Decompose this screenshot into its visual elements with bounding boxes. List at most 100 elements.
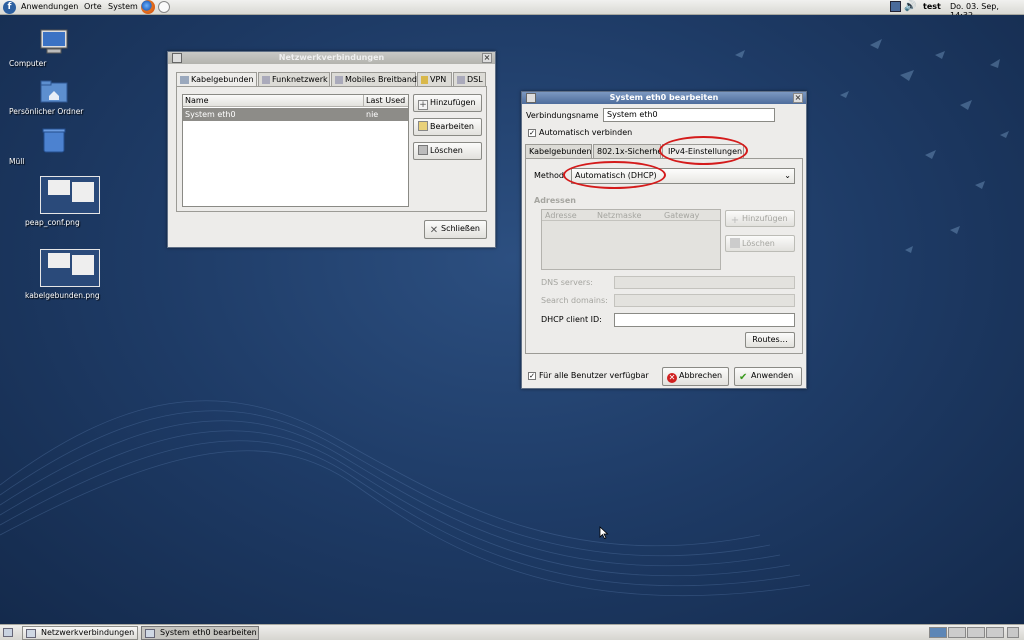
tab-panel: Name Last Used System eth0 nie + Hinzufüg… — [176, 86, 487, 212]
cancel-icon: ✕ — [667, 373, 677, 383]
trash-applet-icon[interactable] — [1007, 627, 1019, 638]
network-connections-window: Netzwerkverbindungen × Kabelgebunden Fun… — [167, 51, 496, 248]
column-last-used[interactable]: Last Used — [366, 96, 405, 105]
close-icon[interactable]: × — [793, 93, 803, 103]
tab-funknetzwerk[interactable]: Funknetzwerk — [258, 72, 330, 86]
close-button[interactable]: ✕ Schließen — [424, 220, 487, 239]
all-users-checkbox[interactable]: ✓ — [528, 372, 536, 380]
close-x-icon: ✕ — [429, 225, 439, 236]
desktop-icon-label: peap_conf.png — [25, 218, 80, 227]
firefox-launcher-icon[interactable] — [141, 0, 155, 14]
task-label: System eth0 bearbeiten — [160, 628, 257, 637]
table-row[interactable]: System eth0 nie — [183, 108, 408, 121]
menu-applications[interactable]: Anwendungen — [21, 2, 78, 11]
chevron-down-icon: ⌄ — [784, 171, 791, 180]
task-network-connections[interactable]: Netzwerkverbindungen — [22, 626, 138, 640]
dns-servers-label: DNS servers: — [541, 278, 593, 287]
wired-icon — [180, 76, 189, 84]
search-domains-field[interactable] — [614, 294, 795, 307]
lock-icon — [421, 76, 428, 84]
plus-icon: + — [730, 215, 740, 226]
task-edit-connection[interactable]: System eth0 bearbeiten — [141, 626, 259, 640]
tab-label: Kabelgebunden — [191, 75, 254, 84]
window-titlebar[interactable]: Netzwerkverbindungen × — [168, 52, 495, 64]
addresses-heading: Adressen — [534, 196, 576, 205]
tab-kabelgebunden[interactable]: Kabelgebunden — [525, 144, 592, 158]
network-tray-icon[interactable] — [890, 1, 901, 12]
button-label: Hinzufügen — [742, 214, 788, 223]
button-label: Schließen — [441, 224, 480, 233]
delete-connection-button[interactable]: Löschen — [413, 142, 482, 160]
button-label: Bearbeiten — [430, 122, 474, 131]
cancel-button[interactable]: ✕ Abbrechen — [662, 367, 729, 386]
ipv4-panel: Method Automatisch (DHCP) ⌄ Adressen Adr… — [525, 158, 803, 354]
addresses-header: Adresse Netzmaske Gateway — [542, 210, 720, 221]
dns-servers-field[interactable] — [614, 276, 795, 289]
row-name: System eth0 — [185, 110, 236, 119]
address-add-button[interactable]: + Hinzufügen — [725, 210, 795, 227]
desktop-icon-trash[interactable]: Müll — [9, 127, 99, 166]
delete-icon — [730, 238, 740, 248]
button-label: Löschen — [430, 146, 463, 155]
workspace-4[interactable] — [986, 627, 1004, 638]
tab-vpn[interactable]: VPN — [417, 72, 452, 86]
mail-launcher-icon[interactable] — [158, 1, 170, 13]
window-title: Netzwerkverbindungen — [278, 53, 385, 62]
task-label: Netzwerkverbindungen — [41, 628, 135, 637]
auto-connect-checkbox[interactable]: ✓ — [528, 129, 536, 137]
connection-type-tabs: Kabelgebunden Funknetzwerk Mobiles Breit… — [176, 72, 487, 87]
desktop-icon-label: Persönlicher Ordner — [9, 107, 84, 116]
address-delete-button[interactable]: Löschen — [725, 235, 795, 252]
highlight-ipv4-tab — [659, 136, 748, 165]
tab-8021x-security[interactable]: 802.1x-Sicherheit — [593, 144, 661, 158]
window-titlebar[interactable]: System eth0 bearbeiten × — [522, 92, 806, 104]
tab-mobiles-breitband[interactable]: Mobiles Breitband — [331, 72, 417, 86]
window-icon — [26, 629, 36, 638]
edit-connection-button[interactable]: Bearbeiten — [413, 118, 482, 136]
search-domains-label: Search domains: — [541, 296, 608, 305]
volume-tray-icon[interactable]: 🔊 — [904, 1, 916, 13]
column-name[interactable]: Name — [185, 96, 209, 105]
tab-label: DSL — [467, 75, 483, 84]
desktop-icon-label: Computer — [9, 59, 47, 68]
desktop-icon-kabelgebunden[interactable]: kabelgebunden.png — [25, 249, 115, 300]
menu-places[interactable]: Orte — [84, 2, 102, 11]
apply-button[interactable]: ✔ Anwenden — [734, 367, 802, 386]
workspace-1[interactable] — [929, 627, 947, 638]
add-connection-button[interactable]: + Hinzufügen — [413, 94, 482, 112]
tab-label: Funknetzwerk — [272, 75, 328, 84]
show-desktop-icon[interactable] — [3, 628, 13, 637]
highlight-method-select — [563, 161, 666, 189]
checkmark-icon: ✔ — [739, 372, 748, 383]
mouse-pointer-icon — [599, 526, 609, 540]
fedora-logo-icon[interactable]: f — [3, 1, 16, 14]
tab-label: VPN — [430, 75, 447, 84]
wallpaper-decoration — [0, 39, 1009, 597]
desktop-icon-peap-conf[interactable]: peap_conf.png — [25, 176, 115, 227]
button-label: Löschen — [742, 239, 775, 248]
workspace-3[interactable] — [967, 627, 985, 638]
workspace-2[interactable] — [948, 627, 966, 638]
desktop-icon-computer[interactable]: Computer — [9, 29, 99, 68]
dhcp-client-id-field[interactable] — [614, 313, 795, 327]
delete-icon — [418, 145, 428, 155]
menu-system[interactable]: System — [108, 2, 138, 11]
image-file-thumbnail-icon — [40, 249, 100, 287]
home-folder-icon — [40, 80, 68, 103]
window-menu-icon[interactable] — [172, 53, 182, 63]
plus-icon: + — [418, 100, 428, 110]
window-icon — [145, 629, 155, 638]
tab-kabelgebunden[interactable]: Kabelgebunden — [176, 72, 257, 87]
button-label: Anwenden — [751, 371, 794, 380]
column-netmask: Netzmaske — [597, 211, 642, 220]
window-menu-icon[interactable] — [526, 93, 536, 103]
user-name[interactable]: test — [923, 2, 941, 11]
tab-dsl[interactable]: DSL — [453, 72, 486, 86]
connection-name-field[interactable]: System eth0 — [603, 108, 775, 122]
row-last-used: nie — [366, 110, 379, 119]
routes-button[interactable]: Routes… — [745, 332, 795, 348]
close-icon[interactable]: × — [482, 53, 492, 63]
button-label: Hinzufügen — [430, 98, 476, 107]
desktop-icon-home[interactable]: Persönlicher Ordner — [9, 79, 99, 116]
top-panel: f Anwendungen Orte System 🔊 test Do. 03.… — [0, 0, 1024, 20]
